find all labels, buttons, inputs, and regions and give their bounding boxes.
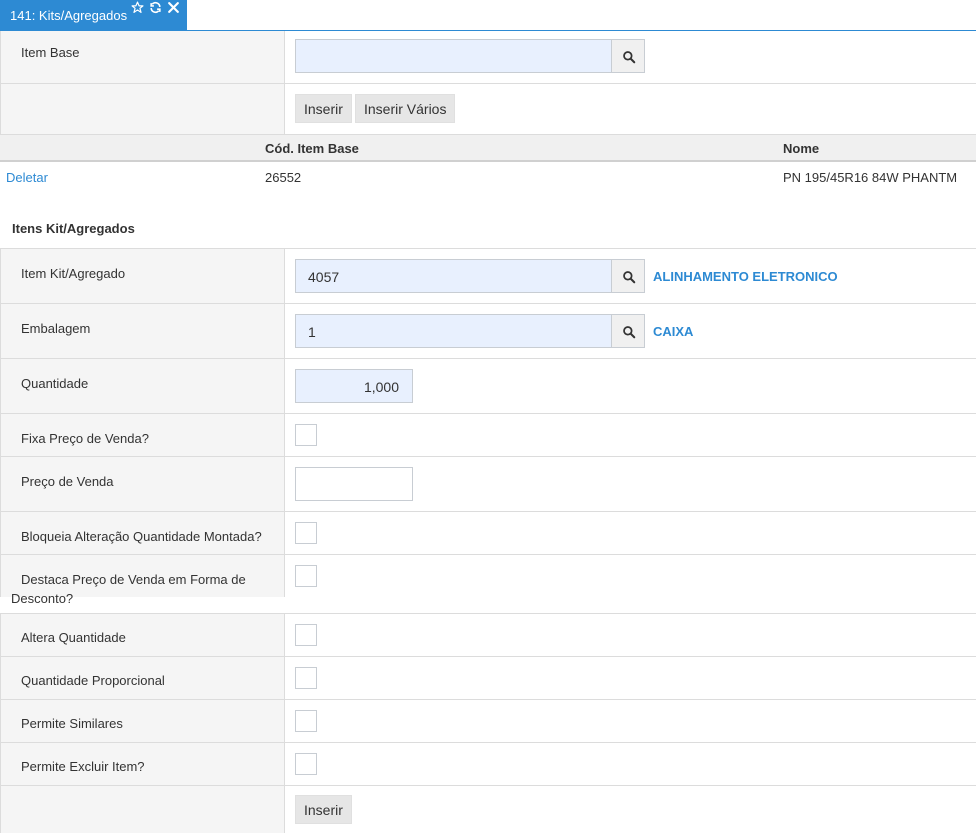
packaging-row: Embalagem 1 CAIXA bbox=[0, 304, 976, 359]
discount-label-line2: Desconto? bbox=[11, 591, 74, 606]
item-base-lookup bbox=[295, 39, 645, 73]
discount-checkbox[interactable] bbox=[295, 565, 317, 587]
lock-qty-row: Bloqueia Alteração Quantidade Montada? bbox=[0, 512, 976, 555]
exclude-label: Permite Excluir Item? bbox=[21, 759, 145, 774]
search-icon bbox=[623, 326, 636, 339]
star-icon[interactable] bbox=[131, 1, 145, 15]
tab-title: 141: Kits/Agregados bbox=[10, 8, 128, 23]
item-base-search-button[interactable] bbox=[611, 39, 645, 73]
kit-item-description: ALINHAMENTO ELETRONICO bbox=[653, 269, 838, 284]
exclude-checkbox[interactable] bbox=[295, 753, 317, 775]
item-base-input[interactable] bbox=[295, 39, 612, 73]
cell-code: 26552 bbox=[265, 170, 302, 185]
lock-qty-checkbox[interactable] bbox=[295, 522, 317, 544]
search-icon bbox=[623, 271, 636, 284]
similar-row: Permite Similares bbox=[0, 700, 976, 743]
insert-kit-button[interactable]: Inserir bbox=[295, 795, 352, 824]
table-header: Cód. Item Base Nome bbox=[0, 134, 976, 162]
table-row: Deletar 26552 PN 195/45R16 84W PHANTM bbox=[0, 163, 976, 191]
proportional-qty-row: Quantidade Proporcional bbox=[0, 657, 976, 700]
refresh-icon[interactable] bbox=[149, 1, 163, 15]
proportional-qty-checkbox[interactable] bbox=[295, 667, 317, 689]
fix-price-row: Fixa Preço de Venda? bbox=[0, 414, 976, 457]
discount-label-line1: Destaca Preço de Venda em Forma de bbox=[21, 572, 246, 587]
packaging-search-button[interactable] bbox=[611, 314, 645, 348]
item-base-actions-row: Inserir Inserir Vários bbox=[0, 84, 976, 134]
packaging-lookup: 1 bbox=[295, 314, 645, 348]
alter-qty-label: Altera Quantidade bbox=[21, 630, 126, 645]
column-header-name: Nome bbox=[783, 141, 820, 156]
packaging-label: Embalagem bbox=[21, 321, 91, 336]
exclude-row: Permite Excluir Item? bbox=[0, 743, 976, 786]
tab-bar: 141: Kits/Agregados bbox=[0, 0, 976, 31]
packaging-input[interactable]: 1 bbox=[295, 314, 612, 348]
section-title: Itens Kit/Agregados bbox=[12, 221, 135, 236]
price-input[interactable] bbox=[295, 467, 413, 501]
kit-item-row: Item Kit/Agregado 4057 ALINHAMENTO ELETR… bbox=[0, 249, 976, 304]
quantity-input[interactable]: 1,000 bbox=[295, 369, 413, 403]
quantity-label: Quantidade bbox=[21, 376, 89, 391]
cell-name: PN 195/45R16 84W PHANTM bbox=[783, 170, 958, 185]
packaging-description: CAIXA bbox=[653, 324, 694, 339]
kit-item-lookup: 4057 bbox=[295, 259, 645, 293]
column-header-code: Cód. Item Base bbox=[265, 141, 359, 156]
lock-qty-label: Bloqueia Alteração Quantidade Montada? bbox=[21, 529, 262, 544]
discount-row: Destaca Preço de Venda em Forma de Desco… bbox=[0, 555, 976, 614]
price-label: Preço de Venda bbox=[21, 474, 114, 489]
insert-button[interactable]: Inserir bbox=[295, 94, 352, 123]
similar-label: Permite Similares bbox=[21, 716, 123, 731]
similar-checkbox[interactable] bbox=[295, 710, 317, 732]
kit-item-label: Item Kit/Agregado bbox=[21, 266, 126, 281]
proportional-qty-label: Quantidade Proporcional bbox=[21, 673, 165, 688]
kit-actions-row: Inserir bbox=[0, 786, 976, 833]
delete-link[interactable]: Deletar bbox=[6, 170, 48, 185]
alter-qty-checkbox[interactable] bbox=[295, 624, 317, 646]
fix-price-label: Fixa Preço de Venda? bbox=[21, 431, 149, 446]
fix-price-checkbox[interactable] bbox=[295, 424, 317, 446]
quantity-row: Quantidade 1,000 bbox=[0, 359, 976, 414]
tab-kits-agregados[interactable]: 141: Kits/Agregados bbox=[0, 0, 187, 31]
item-base-label: Item Base bbox=[21, 45, 80, 60]
kit-item-input[interactable]: 4057 bbox=[295, 259, 612, 293]
close-icon[interactable] bbox=[167, 1, 181, 15]
kit-item-search-button[interactable] bbox=[611, 259, 645, 293]
alter-qty-row: Altera Quantidade bbox=[0, 614, 976, 657]
insert-many-button[interactable]: Inserir Vários bbox=[355, 94, 456, 123]
search-icon bbox=[623, 51, 636, 64]
price-row: Preço de Venda bbox=[0, 457, 976, 512]
item-base-row: Item Base bbox=[0, 31, 976, 84]
